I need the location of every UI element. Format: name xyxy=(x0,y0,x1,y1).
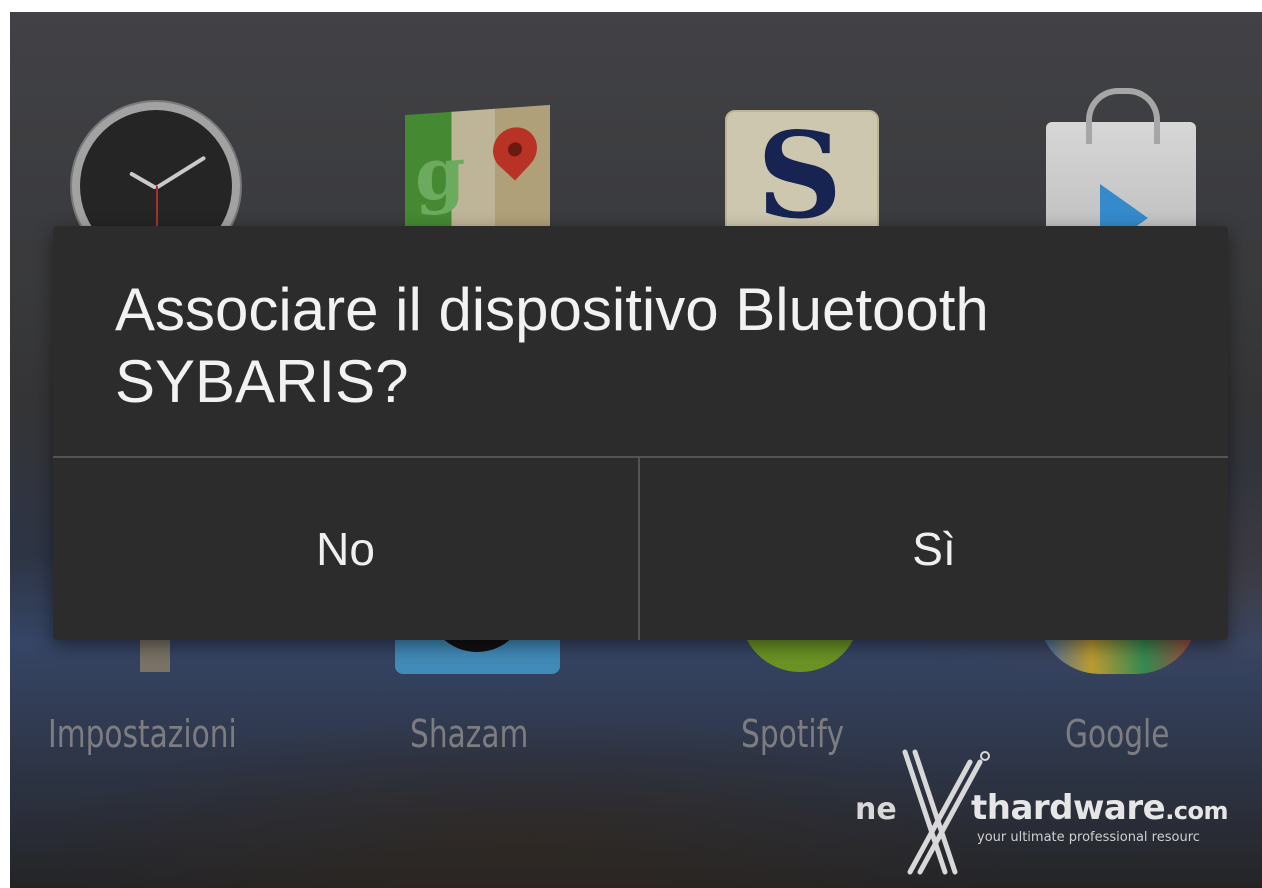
watermark-tagline: your ultimate professional resourc xyxy=(977,830,1200,845)
watermark-brand-name: thardware xyxy=(971,788,1166,828)
no-button[interactable]: No xyxy=(53,458,638,640)
watermark-domain: .com xyxy=(1165,797,1229,825)
dialog-message: Associare il dispositivo Bluetooth SYBAR… xyxy=(115,276,989,415)
watermark-prefix: ne xyxy=(855,792,897,827)
nexthardware-watermark: ne thardware.com your ultimate professio… xyxy=(845,742,1260,882)
watermark-brand: thardware.com xyxy=(971,788,1229,828)
bluetooth-pairing-dialog: Associare il dispositivo Bluetooth SYBAR… xyxy=(53,226,1228,640)
yes-button[interactable]: Sì xyxy=(640,458,1228,640)
